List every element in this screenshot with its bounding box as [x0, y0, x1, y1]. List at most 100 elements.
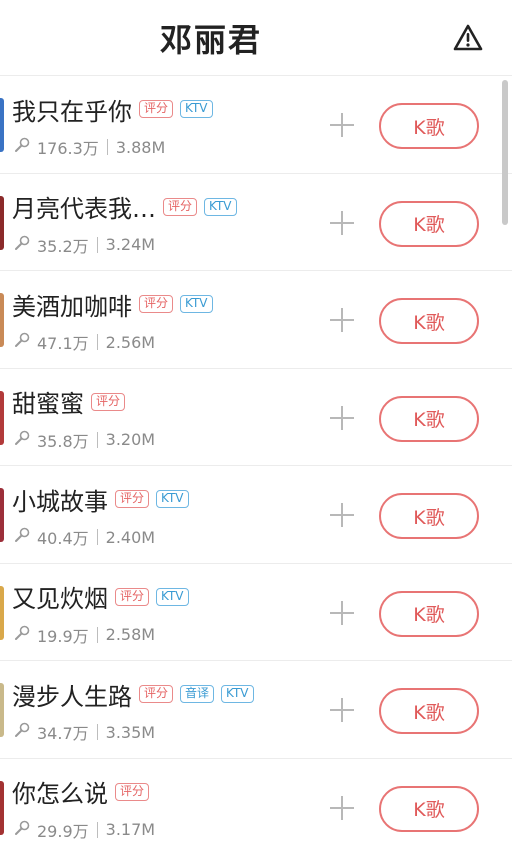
song-meta: 35.2万 3.24M [13, 234, 155, 256]
song-cover-thumbnail [0, 585, 4, 640]
play-count: 35.2万 [37, 236, 89, 256]
ktv-badge: KTV [180, 295, 213, 313]
add-icon[interactable] [328, 599, 356, 627]
plays-icon [13, 526, 31, 548]
add-icon[interactable] [328, 501, 356, 529]
song-title-line: 你怎么说 评分 [12, 775, 150, 809]
score-badge: 评分 [139, 100, 174, 118]
song-title: 甜蜜蜜 [12, 390, 84, 418]
divider [96, 334, 98, 350]
plays-icon [13, 721, 31, 743]
file-size: 3.35M [105, 722, 156, 742]
song-title: 又见炊烟 [12, 585, 108, 613]
file-size: 3.17M [105, 820, 156, 839]
plays-icon [13, 331, 31, 353]
plays-icon [13, 234, 31, 256]
add-icon[interactable] [328, 404, 356, 432]
divider [96, 724, 98, 740]
play-count: 35.8万 [37, 431, 89, 451]
plays-icon [13, 819, 31, 841]
header: 邓丽君 [0, 0, 512, 76]
add-icon[interactable] [328, 209, 356, 237]
divider [96, 529, 98, 545]
list-item[interactable]: 又见炊烟 评分 KTV 19.9万 2.58M K歌 [0, 564, 512, 661]
list-item[interactable]: 月亮代表我… 评分 KTV 35.2万 3.24M K歌 [0, 174, 512, 271]
score-badge: 评分 [115, 490, 150, 508]
ktv-badge: KTV [156, 587, 189, 606]
warning-triangle-icon[interactable] [452, 22, 484, 54]
ktv-badge: KTV [180, 100, 213, 118]
karaoke-button[interactable]: K歌 [379, 200, 479, 247]
karaoke-button[interactable]: K歌 [379, 103, 479, 149]
karaoke-button[interactable]: K歌 [379, 590, 479, 637]
song-cover-thumbnail [0, 683, 4, 737]
page-title: 邓丽君 [159, 20, 262, 59]
list-item[interactable]: 漫步人生路 评分 音译 KTV 34.7万 3.35M K歌 [0, 661, 512, 759]
add-icon[interactable] [328, 794, 356, 822]
play-count: 40.4万 [37, 529, 89, 548]
song-meta: 29.9万 3.17M [13, 819, 155, 841]
ktv-badge: KTV [204, 197, 237, 216]
play-count: 34.7万 [37, 724, 89, 743]
song-title: 我只在乎你 [12, 97, 132, 126]
divider [106, 139, 108, 155]
song-title-line: 美酒加咖啡 评分 KTV [12, 287, 213, 321]
karaoke-button[interactable]: K歌 [379, 493, 479, 539]
song-meta: 35.8万 3.20M [13, 429, 155, 451]
score-badge: 评分 [91, 392, 126, 411]
song-list: 我只在乎你 评分 KTV 176.3万 3.88M K歌 月亮代表我… 评分 KTV 35.2万 3… [0, 76, 512, 850]
karaoke-button[interactable]: K歌 [379, 395, 479, 442]
file-size: 2.56M [105, 332, 156, 352]
divider [96, 236, 98, 253]
play-count: 176.3万 [37, 139, 99, 158]
karaoke-button[interactable]: K歌 [379, 298, 479, 344]
song-title-line: 我只在乎你 评分 KTV [12, 92, 213, 126]
play-count: 47.1万 [37, 334, 89, 353]
divider [96, 821, 98, 838]
plays-icon [13, 624, 31, 646]
song-cover-thumbnail [0, 293, 4, 347]
play-count: 29.9万 [37, 821, 89, 841]
list-item[interactable]: 甜蜜蜜 评分 35.8万 3.20M K歌 [0, 369, 512, 466]
file-size: 3.20M [105, 430, 156, 449]
add-icon[interactable] [328, 306, 356, 334]
song-cover-thumbnail [0, 488, 4, 542]
list-item[interactable]: 美酒加咖啡 评分 KTV 47.1万 2.56M K歌 [0, 271, 512, 369]
song-cover-thumbnail [0, 390, 4, 445]
plays-icon [13, 136, 31, 158]
list-item[interactable]: 我只在乎你 评分 KTV 176.3万 3.88M K歌 [0, 76, 512, 174]
ktv-badge: KTV [221, 685, 254, 703]
score-badge: 评分 [115, 587, 150, 606]
song-title: 你怎么说 [12, 780, 108, 808]
list-item[interactable]: 你怎么说 评分 29.9万 3.17M K歌 [0, 759, 512, 850]
song-title: 月亮代表我… [12, 195, 156, 223]
transliteration-badge: 音译 [180, 685, 215, 703]
song-title-line: 月亮代表我… 评分 KTV [12, 190, 237, 224]
ktv-badge: KTV [156, 490, 189, 508]
file-size: 2.40M [105, 527, 156, 547]
song-title: 小城故事 [12, 487, 108, 516]
song-meta: 47.1万 2.56M [13, 331, 155, 353]
song-meta: 19.9万 2.58M [13, 624, 155, 646]
add-icon[interactable] [328, 111, 356, 139]
list-item[interactable]: 小城故事 评分 KTV 40.4万 2.40M K歌 [0, 466, 512, 564]
file-size: 3.24M [105, 235, 156, 254]
file-size: 2.58M [105, 625, 156, 644]
score-badge: 评分 [139, 295, 174, 313]
add-icon[interactable] [328, 696, 356, 724]
file-size: 3.88M [115, 137, 166, 157]
karaoke-button[interactable]: K歌 [379, 688, 479, 734]
plays-icon [13, 429, 31, 451]
song-title: 美酒加咖啡 [12, 292, 132, 321]
song-title-line: 漫步人生路 评分 音译 KTV [12, 677, 254, 711]
song-title-line: 小城故事 评分 KTV [12, 482, 189, 516]
score-badge: 评分 [163, 197, 198, 216]
song-meta: 176.3万 3.88M [13, 136, 165, 158]
song-cover-thumbnail [0, 780, 4, 835]
score-badge: 评分 [139, 685, 174, 703]
scrollbar[interactable] [502, 80, 508, 225]
karaoke-button[interactable]: K歌 [379, 785, 479, 832]
song-title-line: 又见炊烟 评分 KTV [12, 580, 189, 614]
song-cover-thumbnail [0, 195, 4, 250]
song-title: 漫步人生路 [12, 682, 132, 711]
